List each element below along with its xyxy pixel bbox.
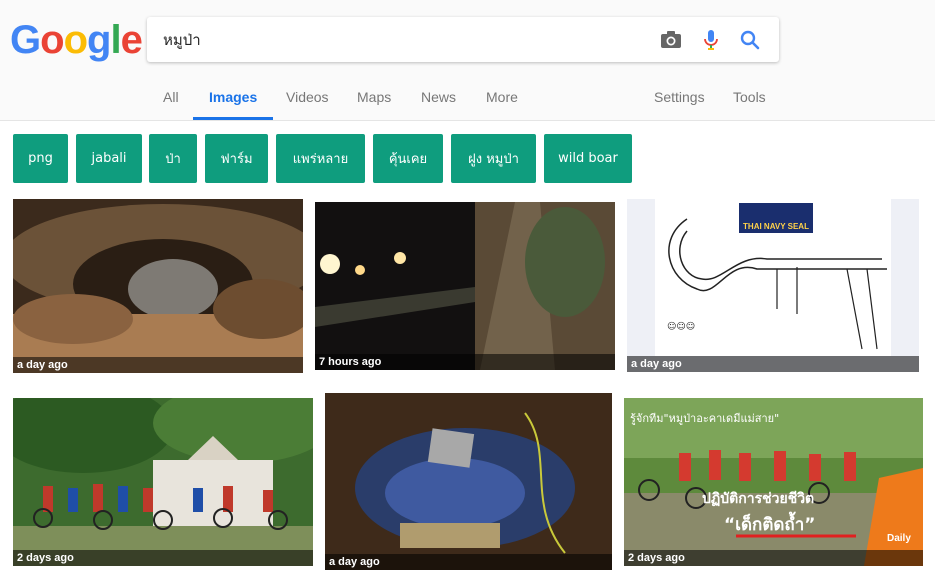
result-image-1[interactable]: a day ago (13, 199, 303, 373)
chip-wild-boar[interactable]: wild boar (544, 134, 632, 183)
search-box (147, 17, 779, 62)
tab-maps[interactable]: Maps (357, 89, 391, 120)
svg-text:☺☺☺: ☺☺☺ (667, 321, 695, 332)
search-icon[interactable] (737, 27, 763, 53)
search-input[interactable] (163, 17, 643, 62)
result-age: a day ago (325, 554, 612, 570)
team-photo-image (13, 398, 313, 566)
google-logo[interactable]: Google (10, 18, 143, 62)
tab-more[interactable]: More (486, 89, 518, 120)
chip-farm[interactable]: ฟาร์ม (205, 134, 268, 183)
news-brand: Daily (887, 533, 911, 544)
result-image-2[interactable]: 7 hours ago (315, 202, 615, 370)
news-caption-2: “เด็กติดถ้ำ” (724, 511, 815, 535)
news-graphic-image: รู้จักทีม"หมูป่าอะคาเดมีแม่สาย" ปฏิบัติก… (624, 398, 923, 566)
chip-familiar[interactable]: คุ้นเคย (373, 134, 443, 183)
result-image-3[interactable]: THAI NAVY SEAL ☺☺☺ a day ago (627, 199, 919, 372)
result-age: 2 days ago (13, 550, 313, 566)
cave-rescue-image (315, 202, 615, 370)
tab-tools[interactable]: Tools (733, 89, 766, 120)
chip-jabali[interactable]: jabali (76, 134, 142, 183)
top-header: Google All Images Videos Maps News More … (0, 0, 935, 121)
result-age: a day ago (627, 356, 919, 372)
tab-images[interactable]: Images (193, 89, 274, 120)
result-age: a day ago (13, 357, 303, 373)
belongings-image (325, 393, 612, 570)
result-age: 2 days ago (624, 550, 923, 566)
result-image-5[interactable]: a day ago (325, 393, 612, 570)
microphone-icon[interactable] (698, 27, 724, 53)
camera-icon[interactable] (658, 27, 684, 53)
result-image-6[interactable]: รู้จักทีม"หมูป่าอะคาเดมีแม่สาย" ปฏิบัติก… (624, 398, 923, 566)
cave-map-image: THAI NAVY SEAL ☺☺☺ (655, 199, 891, 356)
news-headline: รู้จักทีม"หมูป่าอะคาเดมีแม่สาย" (630, 412, 779, 425)
cave-image (13, 199, 303, 373)
tab-all[interactable]: All (163, 89, 179, 120)
tab-settings[interactable]: Settings (654, 89, 705, 120)
search-tabs: All Images Videos Maps News More Setting… (0, 82, 935, 120)
result-image-4[interactable]: 2 days ago (13, 398, 313, 566)
chip-forest[interactable]: ป่า (149, 134, 197, 183)
tab-news[interactable]: News (421, 89, 456, 120)
news-caption-1: ปฏิบัติการช่วยชีวิต (702, 491, 814, 507)
chip-png[interactable]: png (13, 134, 68, 183)
chip-widespread[interactable]: แพร่หลาย (276, 134, 365, 183)
result-age: 7 hours ago (315, 354, 615, 370)
tab-videos[interactable]: Videos (286, 89, 329, 120)
navy-seal-title: THAI NAVY SEAL (743, 222, 809, 231)
chip-herd-boar[interactable]: ฝูง หมูป่า (451, 134, 536, 183)
